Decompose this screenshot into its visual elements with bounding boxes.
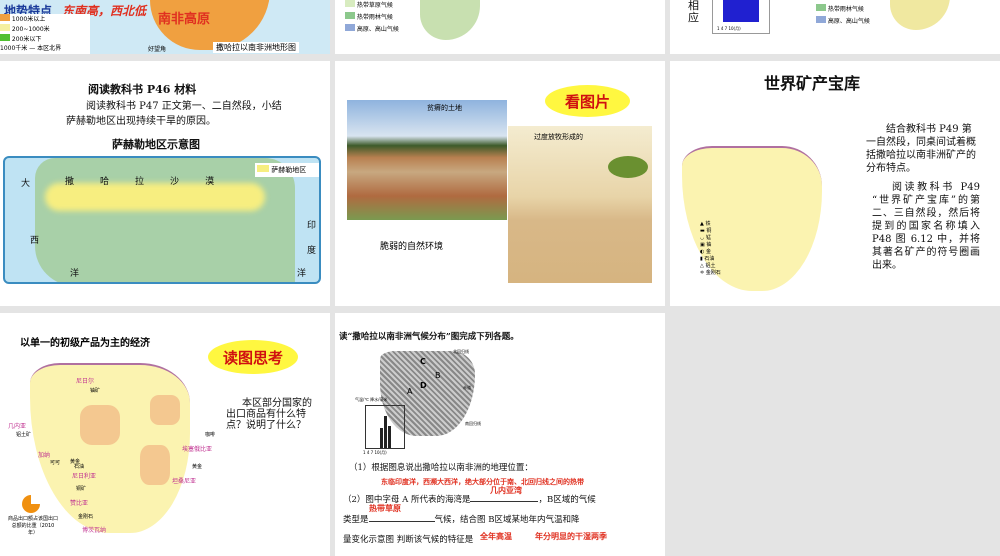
answer-seasons: 年分明显的干湿两季 — [535, 532, 607, 541]
question-text: 本区部分国家的出口商品有什么特点？说明了什么？ — [226, 398, 312, 431]
africa-climate-map — [420, 0, 480, 40]
instruction-1: 结合教科书 P49 第一自然段，同桌间试着概括撒哈拉以南非洲矿产的分布特点。 — [866, 124, 976, 174]
overgrazing-photo: 过度放牧形成的 — [508, 126, 652, 283]
slide-title: 以单一的初级产品为主的经济 — [20, 338, 150, 349]
answer-gulf: 几内亚湾 — [490, 486, 522, 495]
slide-title: 阅读教科书 P46 材料 — [88, 83, 197, 96]
slide-thumbnail-1[interactable]: 地势特点 东南高，西北低 南非高原 1000米以上 200~1000米 200米… — [0, 0, 330, 54]
africa-export-map — [30, 363, 190, 533]
read-map-think-cloud: 读图思考 — [208, 340, 298, 374]
barren-land-photo: 贫瘠的土地 — [347, 100, 507, 220]
africa-map — [890, 0, 950, 30]
map-title: 萨赫勒地区示意图 — [112, 138, 200, 151]
plateau-label: 南非高原 — [158, 12, 211, 27]
slide-body: 阅读教科书 P47 正文第一、二自然段，小结萨赫勒地区出现持续干旱的原因。 — [66, 101, 282, 127]
answer-climate: 热带草原 — [369, 504, 401, 513]
slide-thumbnail-2[interactable]: 热带草原气候 热带雨林气候 高原、高山气候 — [335, 0, 665, 54]
sahara-label: 撒哈拉沙漠 — [65, 177, 241, 187]
slide-thumbnail-8[interactable]: 读“撒哈拉以南非洲气候分布”图完成下列各题。 C B D A 北回归线 赤道 南… — [335, 313, 665, 556]
slide-thumbnail-3[interactable]: 相应 1 4 7 10(月) 热带雨林气候 高原、高山气候 — [670, 0, 1000, 54]
slide-thumbnail-6[interactable]: 世界矿产宝库 ▲ 铁 ▬ 铜 ◡ 锰 ▣ 铀 ◐ 金 ▮ 石油 △ 铝土 ✡ 金刚石 结合教科… — [670, 61, 1000, 306]
slide-title: 读“撒哈拉以南非洲气候分布”图完成下列各题。 — [339, 332, 519, 342]
climate-legend: 热带雨林气候 高原、高山气候 — [816, 4, 870, 28]
map-legend: 1000米以上 200~1000米 200米以下 1000千米 — 本区北界 — [0, 14, 90, 54]
answer-1: 东临印度洋，西濒大西洋，绝大部分位于南、北回归线之间的热带 — [381, 478, 584, 486]
sahel-map: 萨赫勒地区 撒哈拉沙漠 大 西 洋 印 度 洋 — [3, 156, 321, 284]
climate-chart — [365, 405, 405, 449]
climate-legend: 热带草原气候 热带雨林气候 高原、高山气候 — [345, 0, 399, 36]
answer-temp: 全年高温 — [480, 532, 512, 541]
question-1: （1）根据图息说出撒哈拉以南非洲的地理位置： — [349, 463, 533, 473]
slide-title: 世界矿产宝库 — [764, 74, 861, 93]
legend-pie — [22, 495, 40, 513]
slide-thumbnail-5[interactable]: 贫瘠的土地 过度放牧形成的 看图片 脆弱的自然环境 — [335, 61, 665, 306]
mineral-legend: ▲ 铁 ▬ 铜 ◡ 锰 ▣ 铀 ◐ 金 ▮ 石油 △ 铝土 ✡ 金刚石 — [700, 221, 721, 276]
side-text: 相应 — [688, 0, 699, 24]
slide-thumbnail-4[interactable]: 阅读教科书 P46 材料 阅读教科书 P47 正文第一、二自然段，小结萨赫勒地区… — [0, 61, 330, 306]
look-at-pictures-cloud: 看图片 — [545, 85, 630, 117]
instruction-2: 阅读教科书 P49 “世界矿产宝库”的第二、三自然段，然后将提到的国家名称填入 … — [872, 182, 980, 271]
climate-chart: 1 4 7 10(月) — [712, 0, 770, 34]
slide-thumbnail-7[interactable]: 以单一的初级产品为主的经济 读图思考 几内亚 尼日尔 加纳 尼日利亚 赞比亚 博… — [0, 313, 330, 556]
caption: 脆弱的自然环境 — [380, 242, 444, 252]
map-caption: 撒哈拉以南非洲地形图 — [213, 42, 299, 53]
cape-label: 好望角 — [148, 46, 167, 53]
